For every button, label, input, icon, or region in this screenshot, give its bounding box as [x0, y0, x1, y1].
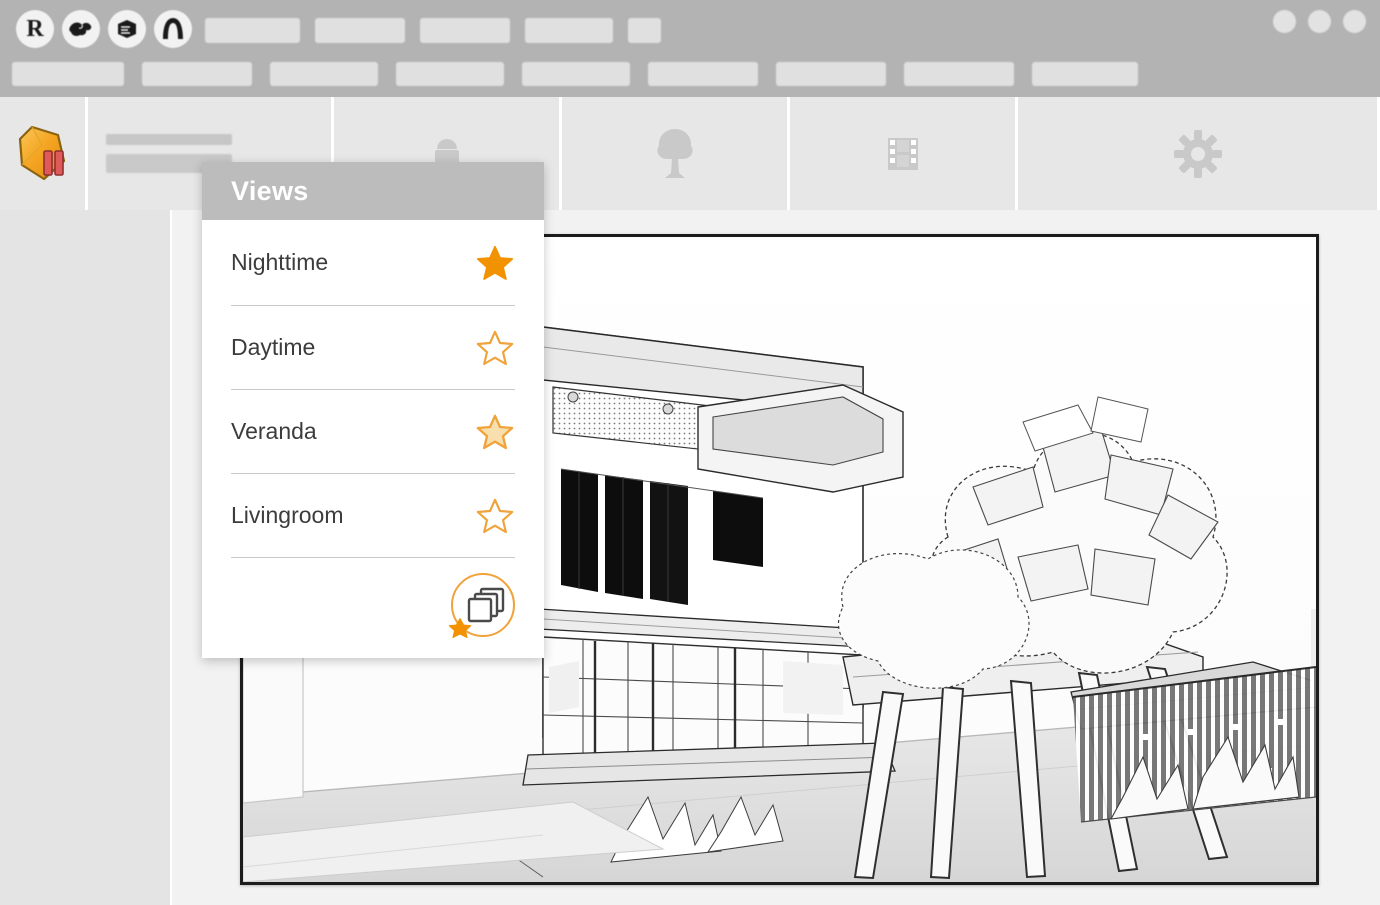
menu-item-2[interactable]: [315, 18, 405, 43]
menu-item-placeholders: [205, 18, 661, 43]
manage-views-button[interactable]: [441, 569, 519, 647]
archicad-icon[interactable]: [154, 10, 192, 48]
view-item-label: Livingroom: [231, 502, 344, 529]
tree-icon: [647, 125, 703, 183]
view-item-label: Daytime: [231, 334, 315, 361]
star-outline-icon[interactable]: [475, 328, 515, 368]
revit-icon-glyph: R: [26, 17, 43, 41]
revit-icon[interactable]: R: [16, 10, 54, 48]
ribbon-item-3[interactable]: [270, 62, 378, 86]
star-filled-icon[interactable]: [475, 243, 515, 283]
ribbon-item-7[interactable]: [776, 62, 886, 86]
view-item-livingroom[interactable]: Livingroom: [231, 474, 515, 558]
ribbon-item-placeholders: [12, 62, 1138, 86]
close-button[interactable]: [1343, 10, 1366, 33]
system-menu-bar: R: [0, 0, 1380, 97]
tab-project-title-bar: [106, 134, 232, 145]
ribbon-item-2[interactable]: [142, 62, 252, 86]
view-item-veranda[interactable]: Veranda: [231, 390, 515, 474]
stacked-frames-icon: [469, 589, 503, 621]
star-badge-icon: [449, 619, 471, 638]
views-popup-footer: [202, 558, 544, 658]
ribbon-item-8[interactable]: [904, 62, 1014, 86]
view-item-label: Nighttime: [231, 249, 328, 276]
views-title: Views: [231, 176, 309, 207]
tab-settings[interactable]: [1018, 97, 1377, 210]
ribbon-item-1[interactable]: [12, 62, 124, 86]
star-partial-icon[interactable]: [475, 412, 515, 452]
minimize-button[interactable]: [1273, 10, 1296, 33]
tab-vegetation[interactable]: [562, 97, 787, 210]
view-item-label: Veranda: [231, 418, 317, 445]
film-icon: [876, 130, 930, 178]
application-window: R: [0, 0, 1380, 905]
tab-video[interactable]: [790, 97, 1015, 210]
star-outline-icon[interactable]: [475, 496, 515, 536]
menu-item-4[interactable]: [525, 18, 613, 43]
menu-item-3[interactable]: [420, 18, 510, 43]
menu-item-1[interactable]: [205, 18, 300, 43]
window-controls: [1273, 10, 1366, 33]
ribbon-item-4[interactable]: [396, 62, 504, 86]
ribbon-item-9[interactable]: [1032, 62, 1138, 86]
views-popup: Views Nighttime Daytime Veranda: [202, 162, 544, 658]
menu-bar-row-primary: R: [0, 0, 1380, 60]
maximize-button[interactable]: [1308, 10, 1331, 33]
views-popup-header: Views: [202, 162, 544, 220]
views-list: Nighttime Daytime Veranda Livingroom: [202, 220, 544, 658]
left-side-panel: [0, 210, 172, 905]
view-item-nighttime[interactable]: Nighttime: [231, 220, 515, 306]
rhino-icon[interactable]: [62, 10, 100, 48]
ribbon-item-6[interactable]: [648, 62, 758, 86]
menu-bar-row-secondary: [0, 60, 1380, 97]
gear-icon: [1171, 127, 1225, 181]
view-item-daytime[interactable]: Daytime: [231, 306, 515, 390]
menu-item-5[interactable]: [628, 18, 661, 43]
sketchup-icon[interactable]: [108, 10, 146, 48]
enscape-logo[interactable]: [0, 97, 85, 210]
ribbon-item-5[interactable]: [522, 62, 630, 86]
app-icon-group: R: [16, 10, 192, 48]
